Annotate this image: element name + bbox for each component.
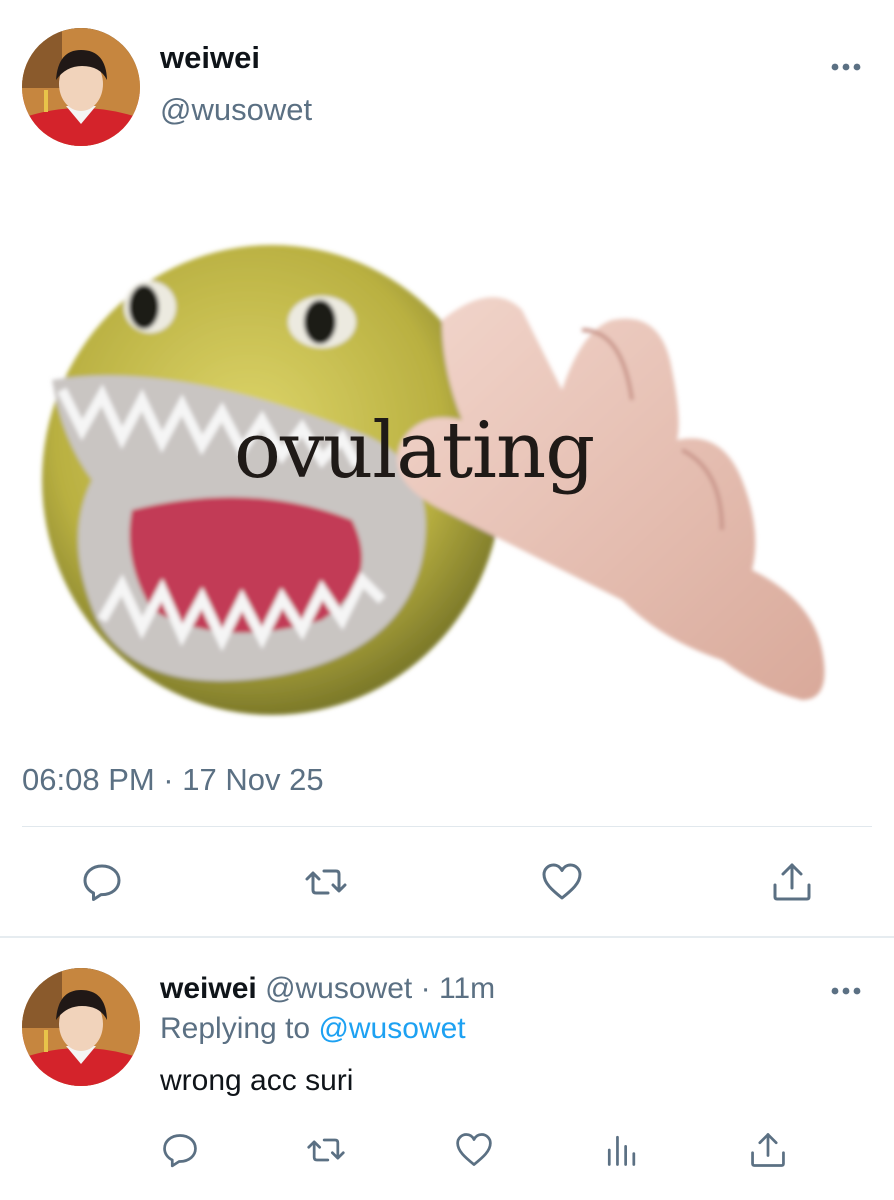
reply-author-name[interactable]: weiwei [160,972,257,1005]
author-avatar[interactable] [22,28,140,146]
like-button[interactable] [540,860,584,904]
reply-reply-button[interactable] [160,1130,200,1170]
like-icon [456,1133,492,1166]
more-horizontal-icon [831,63,861,71]
reply-icon [163,1134,197,1168]
tweet-divider [0,936,894,938]
author-name[interactable]: weiwei [160,40,260,76]
share-button[interactable] [770,860,814,904]
reply-icon [83,864,121,901]
avatar-photo [22,28,140,146]
retweet-button[interactable] [304,860,348,904]
reply-button[interactable] [80,860,124,904]
retweet-icon [305,869,347,895]
share-icon [751,1133,785,1167]
replying-to-line: Replying to @wusowet [160,1012,466,1046]
reply-like-button[interactable] [454,1130,494,1170]
replying-to-label: Replying to [160,1012,311,1045]
like-icon [542,863,582,900]
retweet-icon [307,1138,345,1162]
replying-to-handle-link[interactable]: @wusowet [318,1012,465,1045]
tweet-timestamp[interactable]: 06:08 PM · 17 Nov 25 [22,762,324,798]
reply-header: weiwei @wusowet · 11m [160,972,495,1006]
reply-analytics-button[interactable] [602,1130,642,1170]
reply-age[interactable]: 11m [439,972,495,1005]
reply-retweet-button[interactable] [306,1130,346,1170]
reply-more-options-button[interactable] [828,976,864,1006]
timestamp-divider [22,826,872,827]
tweet-image[interactable]: ovulating [22,180,872,740]
reply-author-avatar[interactable] [22,968,140,1086]
meme-caption-text: ovulating [234,406,595,496]
avatar-photo [22,968,140,1086]
reply-author-handle[interactable]: @wusowet [265,972,412,1005]
reply-share-button[interactable] [748,1130,788,1170]
reply-text: wrong acc suri [160,1064,354,1097]
more-horizontal-icon [831,987,861,995]
author-handle[interactable]: @wusowet [160,92,312,128]
more-options-button[interactable] [828,52,864,82]
analytics-icon [607,1135,636,1166]
reply-separator: · [420,972,431,1005]
share-icon [773,863,811,901]
